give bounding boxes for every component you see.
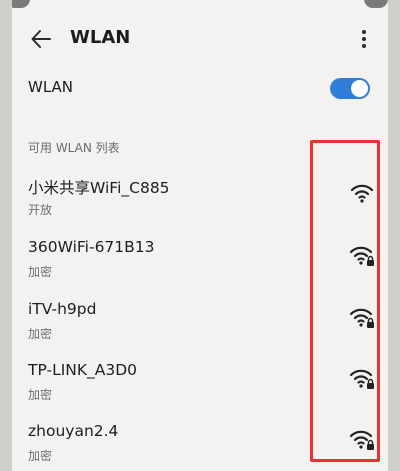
network-name: 360WiFi-671B13 xyxy=(28,238,155,256)
wlan-toggle-switch[interactable] xyxy=(330,78,370,99)
network-security: 加密 xyxy=(28,265,53,279)
network-security: 加密 xyxy=(28,388,53,402)
wlan-settings-screen: WLAN WLAN 可用 WLAN 列表 小米共享WiFi_C885 开放 36… xyxy=(12,0,388,471)
page-title: WLAN xyxy=(70,27,131,48)
network-name: zhouyan2.4 xyxy=(28,422,119,440)
toggle-knob xyxy=(351,80,368,97)
network-name: TP-LINK_A3D0 xyxy=(28,361,138,379)
network-security: 加密 xyxy=(28,449,53,463)
annotation-highlight-box xyxy=(310,140,380,462)
available-networks-heading: 可用 WLAN 列表 xyxy=(28,141,120,155)
network-name: 小米共享WiFi_C885 xyxy=(28,179,170,197)
more-vertical-icon[interactable] xyxy=(352,24,376,54)
back-arrow-icon[interactable] xyxy=(26,24,56,54)
wlan-toggle-row[interactable]: WLAN xyxy=(12,72,388,106)
app-bar: WLAN xyxy=(12,0,388,74)
network-name: iTV-h9pd xyxy=(28,300,97,318)
network-security: 加密 xyxy=(28,327,53,341)
wlan-toggle-label: WLAN xyxy=(28,78,74,96)
network-security: 开放 xyxy=(28,203,53,217)
